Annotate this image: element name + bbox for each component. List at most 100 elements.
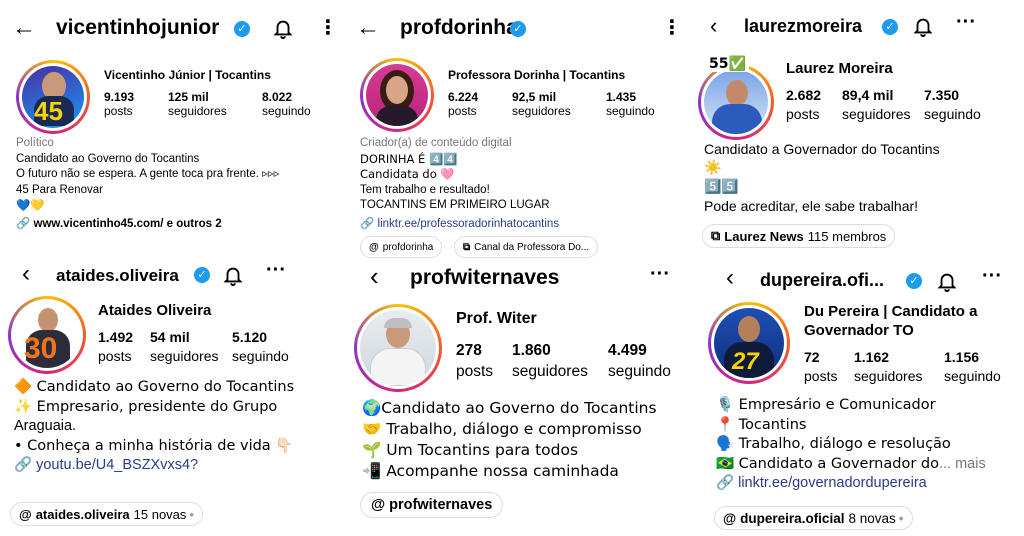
stat-following-value[interactable]: 5.120 <box>232 328 302 347</box>
bell-icon[interactable] <box>272 17 294 39</box>
bio-line: TOCANTINS EM PRIMEIRO LUGAR <box>360 199 550 211</box>
bio: Candidato a Governador do Tocantins ☀️ 5… <box>704 140 940 216</box>
stat-following-value[interactable]: 1.156 <box>944 348 1014 367</box>
stat-posts-label: posts <box>804 368 838 384</box>
dot-indicator: • <box>189 506 194 522</box>
display-name: Vicentinho Júnior | Tocantins <box>104 68 271 82</box>
bio-line: Araguaia. <box>14 418 77 434</box>
stat-posts-label: posts <box>786 106 820 122</box>
link-icon: 🔗 <box>360 217 375 230</box>
display-name-line: Governador TO <box>804 322 914 339</box>
chevron-left-icon[interactable]: ‹ <box>726 266 734 290</box>
bio-line: 💙💛 <box>16 198 45 212</box>
bell-icon[interactable] <box>912 15 934 37</box>
stat-followers-label[interactable]: seguidores <box>150 347 232 366</box>
profile-link[interactable]: linktr.ee/professoradorinhatocantins <box>378 218 560 230</box>
profile-panel-vicentinho: ← vicentinhojunior ✓ ⋮ 45 Vicentinho Jún… <box>0 0 340 260</box>
channel-chip[interactable]: ⧉ Canal da Professora Do... <box>454 236 599 258</box>
channel-members: 115 membros <box>807 228 887 244</box>
bio-line: • Conheça a minha história de vida 👇🏻 <box>14 437 294 454</box>
stat-following-label[interactable]: seguindo <box>944 367 1014 386</box>
bio-line: ✨ Empresario, presidente do Grupo <box>14 398 278 415</box>
channel-icon: ⧉ <box>463 241 471 253</box>
stat-followers-value[interactable]: 54 mil <box>150 328 232 347</box>
channel-icon: ⧉ <box>711 228 721 243</box>
stat-following-label[interactable]: seguindo <box>924 105 994 124</box>
chevron-left-icon[interactable]: ‹ <box>710 14 717 38</box>
threads-chip[interactable]: @ profdorinha <box>360 236 443 258</box>
profile-panel-laurez: ‹ laurezmoreira ✓ ··· 55✅ Laurez Moreira… <box>690 0 1024 262</box>
link-icon: 🔗 <box>16 217 31 230</box>
stat-followers-label[interactable]: seguidores <box>512 104 606 118</box>
stat-posts-value: 72 <box>804 349 820 365</box>
verified-badge-icon: ✓ <box>906 273 922 289</box>
display-name-line: Du Pereira | Candidato a <box>804 303 978 320</box>
profile-link[interactable]: www.vicentinho45.com/ e outros 2 <box>34 218 222 230</box>
more-dots-icon[interactable]: ⋮ <box>318 18 338 38</box>
bio-line: 🌱 Um Tocantins para todos <box>362 441 579 459</box>
threads-chip[interactable]: @ ataides.oliveira 15 novas • <box>10 502 203 526</box>
threads-chip[interactable]: @ dupereira.oficial 8 novas • <box>714 506 913 530</box>
stat-followers-value[interactable]: 92,5 mil <box>512 90 606 104</box>
bell-icon[interactable] <box>936 270 958 292</box>
back-arrow-icon[interactable]: ← <box>12 16 36 40</box>
profile-link[interactable]: linktr.ee/governadordupereira <box>738 475 927 491</box>
more-dots-icon[interactable]: ⋮ <box>662 18 682 38</box>
avatar-image <box>366 64 428 126</box>
stat-following-value[interactable]: 4.499 <box>608 340 682 361</box>
stat-following-value[interactable]: 7.350 <box>924 86 994 105</box>
more-dots-icon[interactable]: ··· <box>956 12 976 32</box>
category-label: Político <box>16 137 54 149</box>
username: profdorinha <box>400 16 518 39</box>
stat-posts-value: 6.224 <box>448 90 479 104</box>
threads-chip-label: ataides.oliveira <box>35 506 130 522</box>
chevron-left-icon[interactable]: ‹ <box>22 262 30 286</box>
threads-chip[interactable]: @ profwiternaves <box>360 492 504 518</box>
stat-followers-value[interactable]: 125 mil <box>168 90 262 104</box>
bio-line: 45 Para Renovar <box>16 183 103 196</box>
back-arrow-icon[interactable]: ← <box>356 16 380 40</box>
stat-followers-value[interactable]: 1.162 <box>854 348 944 367</box>
stats-row: 6.224 posts 92,5 mil seguidores 1.435 segui… <box>448 90 676 118</box>
threads-chip-label: profdorinha <box>382 241 434 253</box>
threads-icon: @ <box>19 506 32 522</box>
stat-following-label[interactable]: seguindo <box>232 347 302 366</box>
chevron-left-icon[interactable]: ‹ <box>370 263 379 289</box>
stat-following-label[interactable]: seguindo <box>608 361 682 382</box>
bell-icon[interactable] <box>222 264 244 286</box>
stat-following-value[interactable]: 8.022 <box>262 90 332 104</box>
stat-followers-value[interactable]: 1.860 <box>512 340 608 361</box>
more-dots-icon[interactable]: ··· <box>266 262 286 280</box>
bio-line: Tem trabalho e resultado! <box>360 183 490 196</box>
verified-badge-icon: ✓ <box>510 21 526 37</box>
profile-link[interactable]: youtu.be/U4_BSZXvxs4? <box>36 457 198 473</box>
category-label: Criador(a) de conteúdo digital <box>360 137 512 149</box>
stat-followers-label[interactable]: seguidores <box>854 367 944 386</box>
stats-row: 278 posts 1.860 seguidores 4.499 seguindo <box>456 340 682 382</box>
stat-followers-label[interactable]: seguidores <box>512 361 608 382</box>
stat-followers-value[interactable]: 89,4 mil <box>842 86 924 105</box>
bio: Criador(a) de conteúdo digital DORINHA É… <box>360 136 559 232</box>
stat-followers-label[interactable]: seguidores <box>168 104 262 118</box>
stats-row: 2.682 posts 89,4 mil seguidores 7.350 segui… <box>786 86 994 124</box>
note-bubble[interactable]: 55✅ <box>706 56 749 72</box>
stat-following-value[interactable]: 1.435 <box>606 90 676 104</box>
avatar-image: 30 <box>14 302 80 368</box>
stat-posts-label: posts <box>456 363 494 380</box>
more-dots-icon[interactable]: ··· <box>650 264 670 284</box>
more-dots-icon[interactable]: ··· <box>982 266 1002 286</box>
avatar-image <box>360 310 436 386</box>
profile-panel-dupereira: ‹ dupereira.ofi... ✓ ··· 27 Du Pereira |… <box>690 262 1024 536</box>
stat-following-label[interactable]: seguindo <box>262 104 332 118</box>
link-icon: 🔗 <box>716 475 735 491</box>
stat-posts-value: 278 <box>456 342 482 359</box>
avatar-number: 45 <box>34 96 63 126</box>
bio-line: DORINHA É 4️⃣4️⃣ <box>360 151 458 166</box>
bio-line: 🇧🇷 Candidato a Governador do <box>716 455 939 472</box>
channel-chip[interactable]: ⧉ Laurez News 115 membros <box>702 224 896 248</box>
more-link[interactable]: ... mais <box>939 456 986 472</box>
bio-line: Candidata do 🩷 <box>360 167 455 181</box>
bio-line: Candidato a Governador do Tocantins <box>704 141 940 157</box>
stat-following-label[interactable]: seguindo <box>606 104 676 118</box>
stat-followers-label[interactable]: seguidores <box>842 105 924 124</box>
